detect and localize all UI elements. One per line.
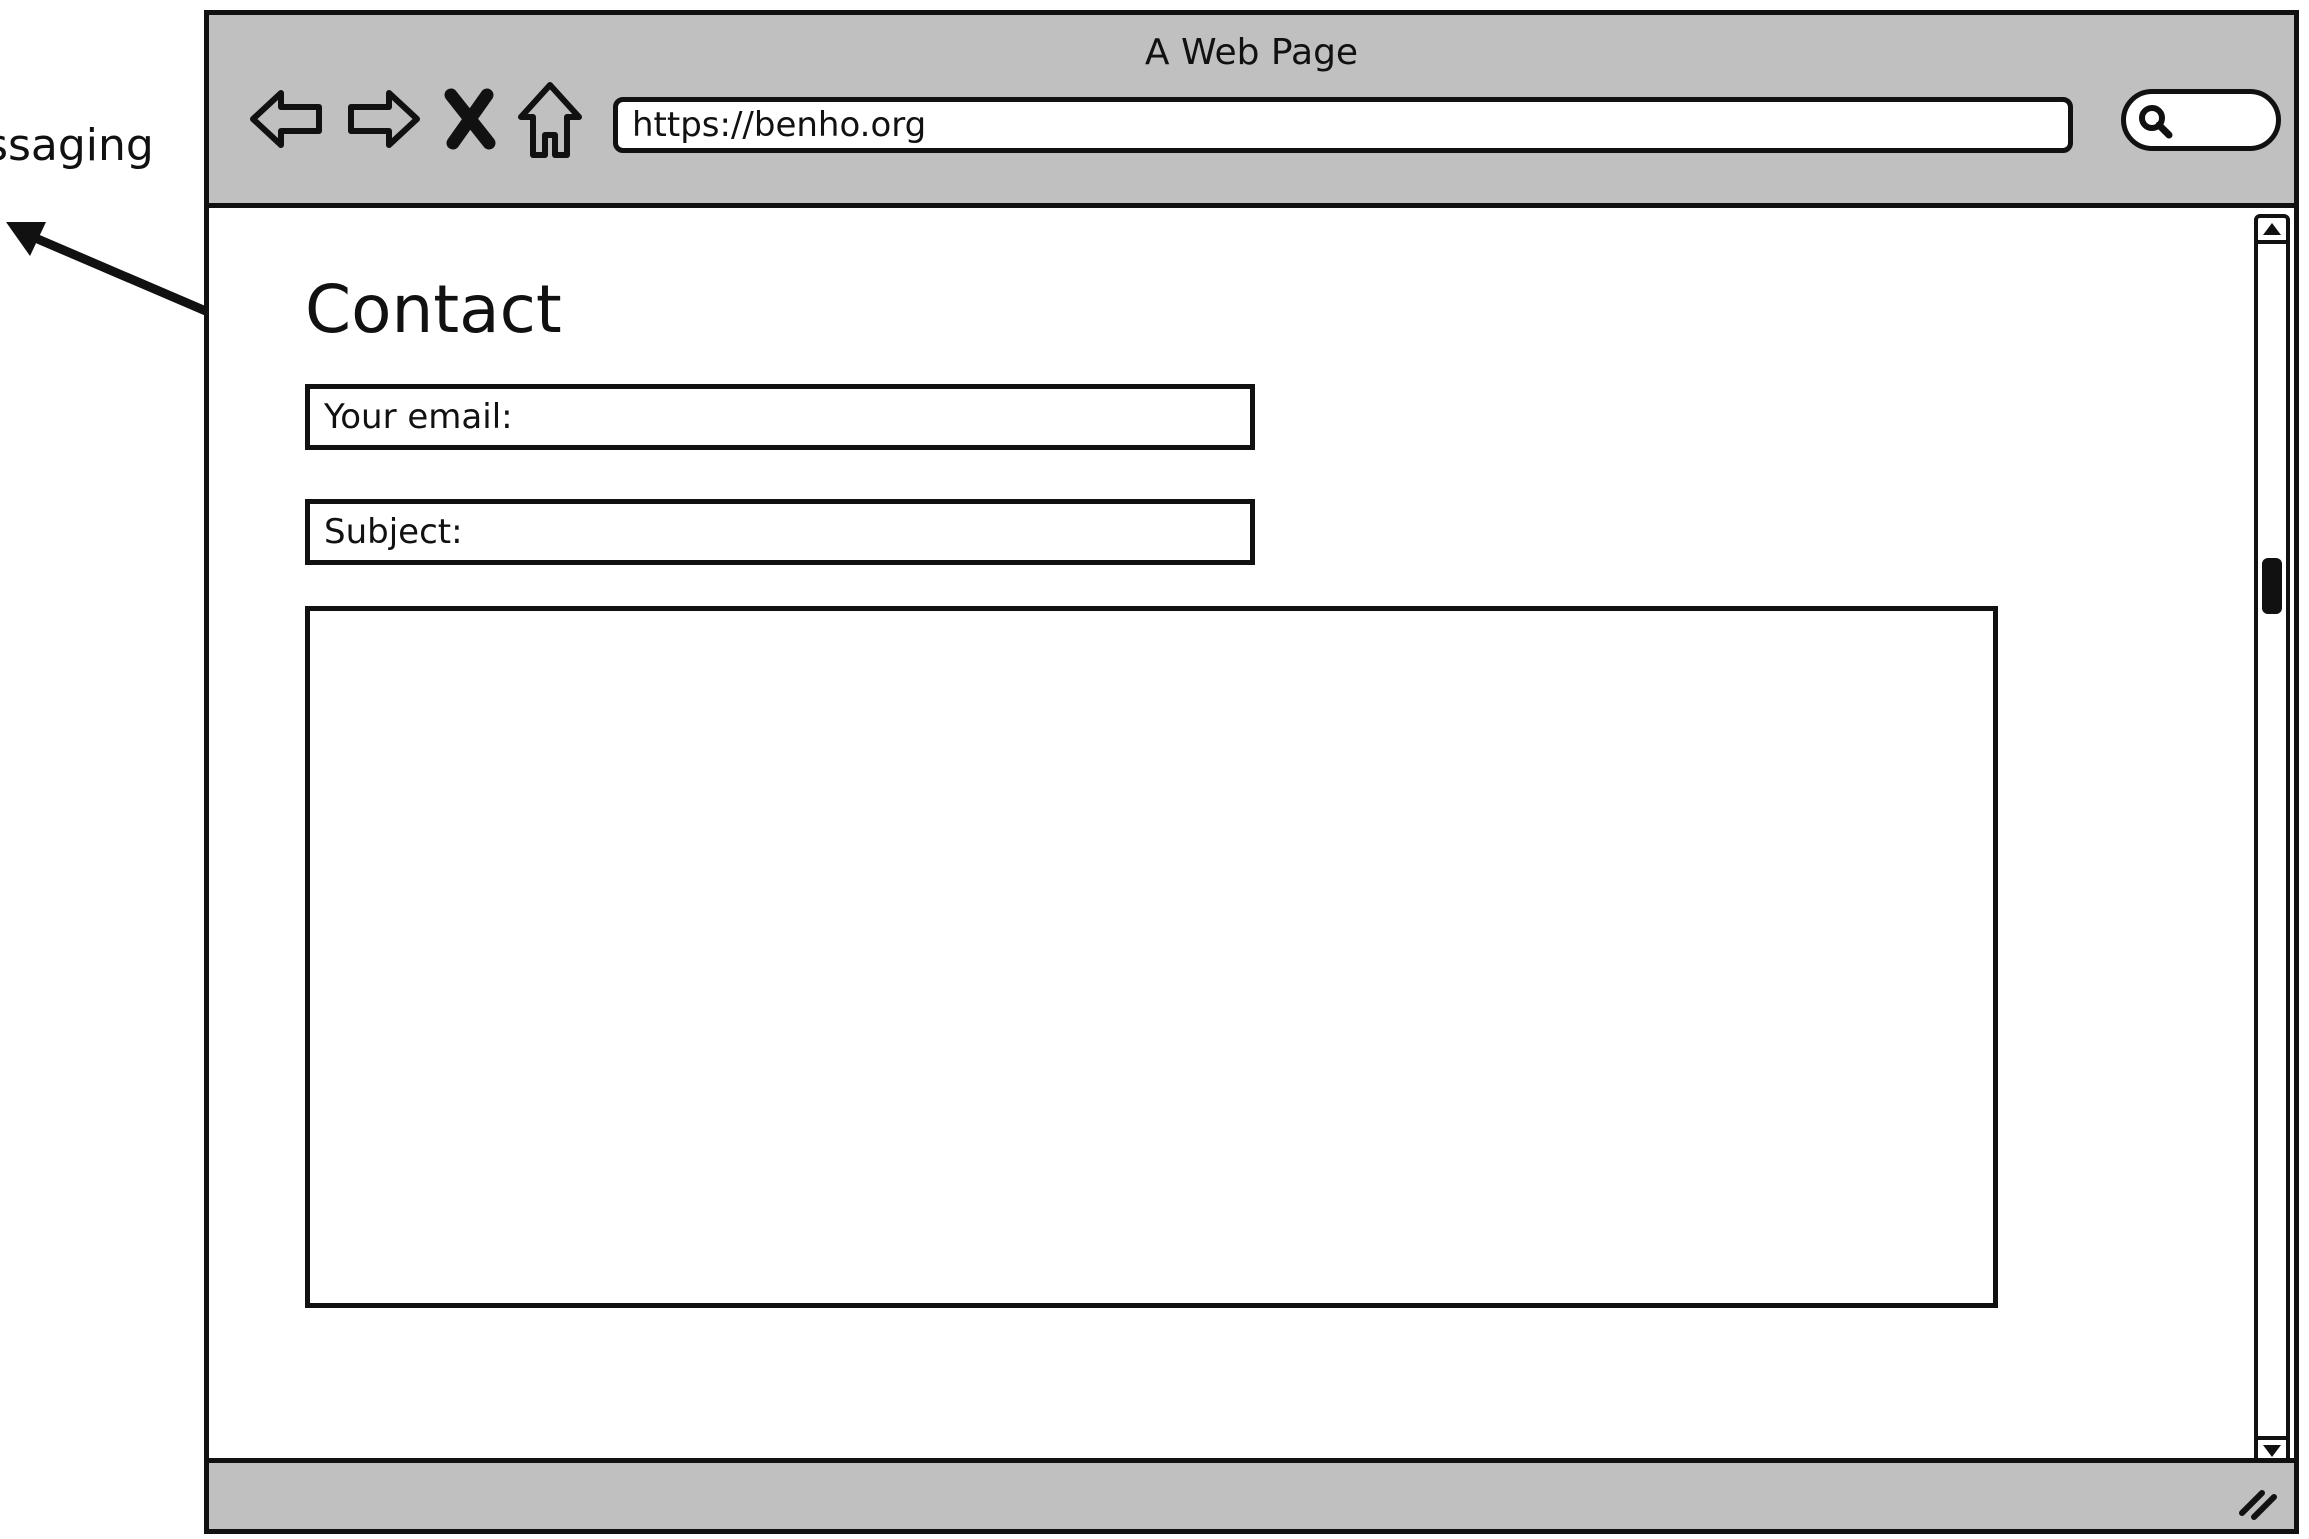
close-icon[interactable]: [437, 77, 503, 161]
subject-field[interactable]: Subject:: [305, 499, 1255, 565]
back-arrow-icon[interactable]: [245, 77, 329, 161]
message-textarea[interactable]: [305, 606, 1998, 1308]
forward-arrow-icon[interactable]: [341, 77, 425, 161]
window-title: A Web Page: [1144, 32, 1359, 73]
page-content: Contact Your email: Subject:: [209, 208, 2294, 1473]
vertical-scrollbar[interactable]: [2254, 214, 2290, 1466]
browser-window: A Web Page https://benho.org Contact You…: [204, 10, 2299, 1534]
email-field[interactable]: Your email:: [305, 384, 1255, 450]
page-title: Contact: [305, 271, 562, 348]
home-icon[interactable]: [515, 77, 585, 161]
title-bar: A Web Page https://benho.org: [209, 15, 2294, 208]
search-icon: [2139, 105, 2173, 139]
scroll-thumb[interactable]: [2262, 558, 2282, 614]
scroll-up-button[interactable]: [2258, 218, 2286, 244]
search-input[interactable]: [2121, 89, 2281, 151]
address-bar[interactable]: https://benho.org: [613, 97, 2073, 153]
annotation-label: essaging: [0, 120, 154, 171]
resize-grip-icon[interactable]: [2236, 1483, 2280, 1523]
status-bar: [209, 1458, 2294, 1529]
canvas: essaging A Web Page: [0, 0, 2309, 1539]
triangle-up-icon: [2263, 223, 2281, 235]
